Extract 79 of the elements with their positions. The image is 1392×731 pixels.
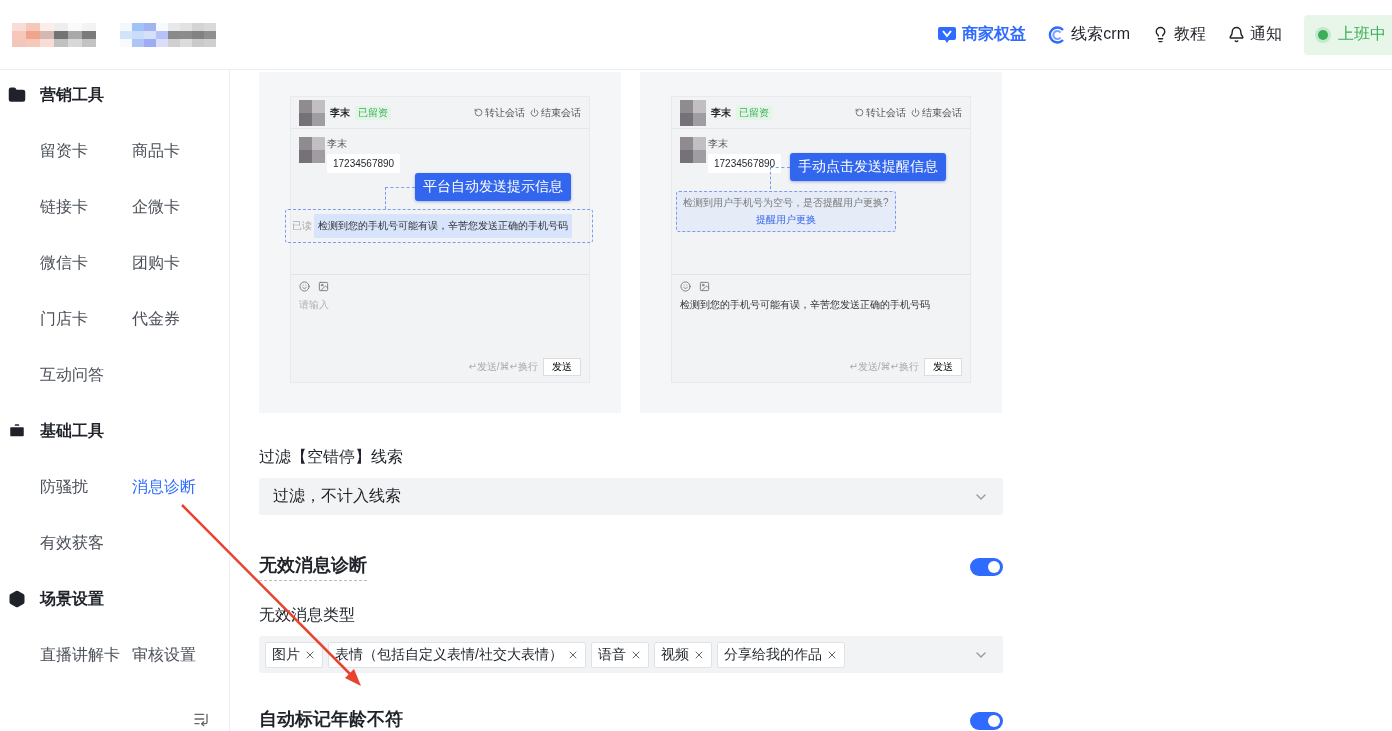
nav-link[interactable]: 通知 — [1228, 24, 1282, 45]
settings-icon — [8, 590, 26, 608]
pixelated-avatar — [680, 137, 706, 163]
input-placeholder: 请输入 — [299, 298, 330, 312]
bell-icon — [1228, 26, 1245, 43]
image-icon[interactable] — [699, 281, 710, 292]
sender-name: 李末 — [708, 137, 728, 151]
remind-link[interactable]: 提醒用户更换 — [755, 213, 816, 227]
transfer-icon — [855, 108, 864, 117]
sidebar-item[interactable]: 留资卡 — [40, 136, 132, 166]
pixelated-avatar — [299, 99, 325, 126]
callout-label: 手动点击发送提醒信息 — [790, 153, 946, 181]
sidebar-item[interactable]: 商品卡 — [132, 136, 224, 166]
tag-chip[interactable]: 分享给我的作品 — [716, 641, 845, 668]
tag-chip[interactable]: 表情（包括自定义表情/社交大表情） — [328, 641, 586, 668]
sidebar-item[interactable]: 团购卡 — [132, 248, 224, 278]
tag-chip[interactable]: 视频 — [653, 641, 712, 668]
message-input[interactable]: 检测到您的手机号可能有误，辛苦您发送正确的手机号码 ↵发送/⌘↵换行 发送 — [672, 274, 970, 382]
field-label: 无效消息类型 — [259, 605, 356, 625]
nav-link[interactable]: 线索crm — [1048, 24, 1130, 45]
input-text: 检测到您的手机号可能有误，辛苦您发送正确的手机号码 — [680, 298, 931, 312]
chat-action[interactable]: 转让会话 — [474, 105, 525, 120]
sidebar-item[interactable]: 企微卡 — [132, 192, 224, 222]
status-tag: 已留资 — [736, 105, 772, 120]
message-input[interactable]: 请输入 ↵发送/⌘↵换行 发送 — [291, 274, 589, 382]
power-icon — [530, 108, 539, 117]
collapse-icon[interactable] — [193, 711, 209, 727]
image-icon[interactable] — [318, 281, 329, 292]
section-title: 场景设置 — [40, 588, 104, 609]
briefcase-icon — [8, 422, 26, 440]
sidebar-item[interactable]: 直播讲解卡 — [40, 640, 132, 670]
pixelated-avatar — [680, 99, 706, 126]
contact-name: 李末 — [330, 105, 350, 120]
message-bubble: 17234567890 — [708, 154, 782, 173]
chat-action[interactable]: 结束会话 — [530, 105, 581, 120]
send-button[interactable]: 发送 — [924, 358, 962, 376]
sidebar-item[interactable]: 链接卡 — [40, 192, 132, 222]
folder-icon — [8, 86, 26, 104]
sidebar-item[interactable]: 有效获客 — [40, 528, 132, 558]
pixelated-avatar — [299, 137, 325, 163]
message-bubble: 17234567890 — [327, 154, 401, 173]
shortcut-hint: ↵发送/⌘↵换行 — [849, 360, 919, 374]
section-heading: 无效消息诊断 — [259, 553, 367, 581]
emoji-icon[interactable] — [299, 281, 310, 292]
sidebar-item[interactable]: 审核设置 — [132, 640, 224, 670]
section-title: 营销工具 — [40, 84, 104, 105]
sender-name: 李末 — [327, 137, 347, 151]
callout-label: 平台自动发送提示信息 — [415, 173, 571, 201]
sidebar-item[interactable]: 门店卡 — [40, 304, 132, 334]
shortcut-hint: ↵发送/⌘↵换行 — [468, 360, 538, 374]
tag-chip[interactable]: 语音 — [590, 641, 649, 668]
sidebar-item[interactable]: 消息诊断 — [132, 472, 224, 502]
message-bubble: 检测到您的手机号可能有误，辛苦您发送正确的手机号码 — [314, 214, 572, 238]
toggle-switch[interactable] — [970, 558, 1003, 576]
multi-select[interactable]: 图片 表情（包括自定义表情/社交大表情） 语音 视频 分享给我的作品 — [259, 636, 1003, 673]
notice-text: 检测到用户手机号为空号，是否提醒用户更换? — [683, 196, 889, 210]
send-button[interactable]: 发送 — [543, 358, 581, 376]
filter-select[interactable]: 过滤，不计入线索 — [259, 478, 1003, 515]
emoji-icon[interactable] — [680, 281, 691, 292]
contact-name: 李末 — [711, 105, 731, 120]
v-badge-icon — [937, 25, 958, 44]
c-logo-icon — [1048, 25, 1067, 44]
chat-action[interactable]: 结束会话 — [911, 105, 962, 120]
toggle-switch[interactable] — [970, 712, 1003, 730]
sidebar-item[interactable]: 互动问答 — [40, 360, 132, 390]
sidebar-item[interactable]: 微信卡 — [40, 248, 132, 278]
read-receipt: 已读 — [291, 219, 313, 233]
nav-link[interactable]: 教程 — [1152, 24, 1206, 45]
power-icon — [911, 108, 920, 117]
transfer-icon — [474, 108, 483, 117]
section-heading: 自动标记年龄不符 — [259, 707, 403, 731]
tag-chip[interactable]: 图片 — [265, 641, 323, 668]
section-title: 基础工具 — [40, 420, 104, 441]
sidebar-item[interactable]: 防骚扰 — [40, 472, 132, 502]
field-label: 过滤【空错停】线索 — [259, 447, 404, 467]
chat-action[interactable]: 转让会话 — [855, 105, 906, 120]
status-tag: 已留资 — [355, 105, 391, 120]
nav-link[interactable]: 商家权益 — [937, 24, 1027, 45]
sidebar-item[interactable]: 代金券 — [132, 304, 224, 334]
